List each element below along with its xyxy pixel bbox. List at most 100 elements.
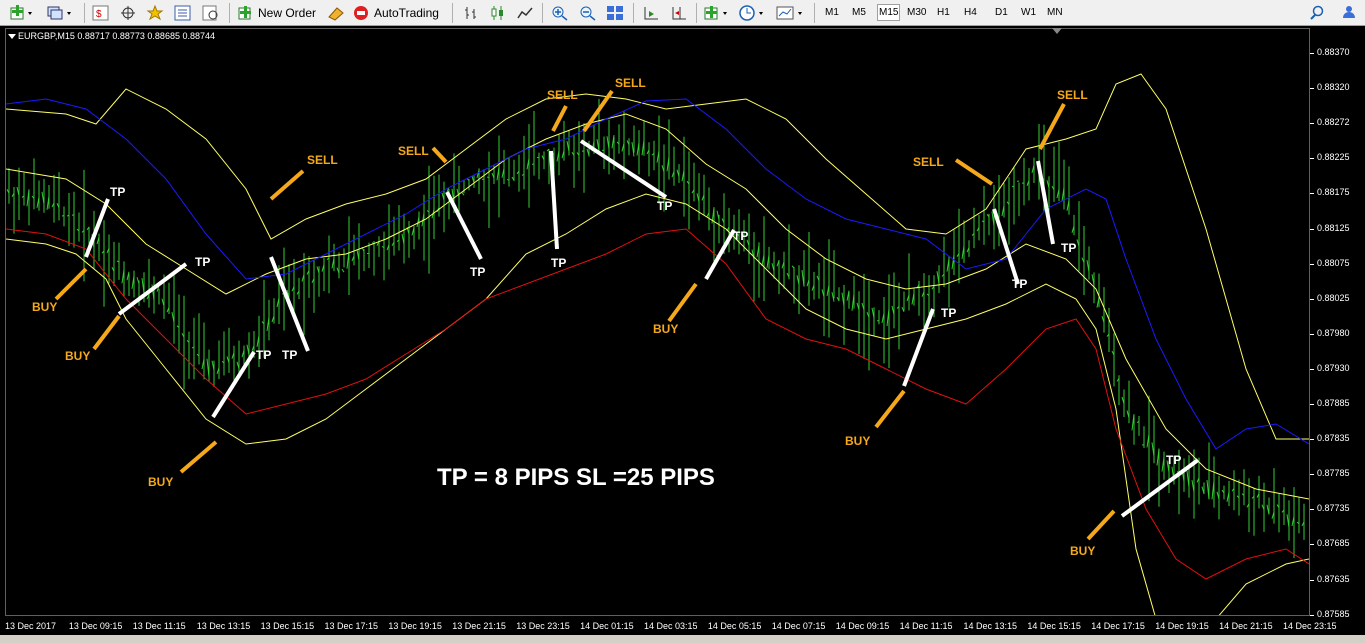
time-axis-label: 13 Dec 21:15 bbox=[452, 621, 506, 631]
templates-icon[interactable] bbox=[776, 3, 806, 22]
time-axis-label: 14 Dec 19:15 bbox=[1155, 621, 1209, 631]
signal-arrow-line bbox=[269, 169, 305, 201]
zoom-in-icon[interactable] bbox=[551, 3, 569, 22]
toolbar: $ New Order AutoTrading M1 M5 M15 M30 H1… bbox=[0, 0, 1365, 26]
timeframe-m5[interactable]: M5 bbox=[852, 7, 866, 18]
bar-chart-icon[interactable] bbox=[462, 3, 480, 22]
middle-band-line bbox=[6, 113, 1309, 500]
tp-label: TP bbox=[195, 255, 211, 269]
timeframe-m15[interactable]: M15 bbox=[877, 4, 901, 21]
sell-label: SELL bbox=[1057, 88, 1088, 102]
timeframe-h1[interactable]: H1 bbox=[937, 7, 950, 18]
trade-path-line bbox=[1036, 160, 1055, 245]
price-axis-label: 0.88272 bbox=[1317, 117, 1350, 128]
tp-label: TP bbox=[1061, 241, 1077, 255]
tp-label: TP bbox=[256, 348, 272, 362]
price-axis-label: 0.87635 bbox=[1317, 573, 1350, 584]
tp-label: TP bbox=[551, 256, 567, 270]
time-axis-label: 14 Dec 23:15 bbox=[1283, 621, 1337, 631]
chart-shift-icon[interactable] bbox=[670, 3, 688, 22]
timeframe-d1[interactable]: D1 bbox=[995, 7, 1008, 18]
candle-tick bbox=[1011, 185, 1015, 188]
candle-tick bbox=[341, 268, 345, 273]
sell-label: SELL bbox=[547, 88, 578, 102]
candle-tick bbox=[531, 163, 535, 165]
tile-windows-icon[interactable] bbox=[606, 3, 624, 22]
autotrading-button[interactable]: AutoTrading bbox=[352, 3, 439, 22]
signal-arrow-line bbox=[582, 89, 614, 133]
time-axis-label: 14 Dec 15:15 bbox=[1027, 621, 1081, 631]
metaeditor-icon[interactable] bbox=[326, 3, 346, 22]
tp-label: TP bbox=[470, 265, 486, 279]
buy-label: BUY bbox=[148, 475, 174, 489]
indicators-icon[interactable] bbox=[704, 3, 732, 22]
price-axis-label: 0.88320 bbox=[1317, 82, 1350, 93]
lower-band-line bbox=[6, 193, 1156, 615]
signal-arrow-line bbox=[179, 440, 218, 474]
new-chart-icon[interactable] bbox=[10, 3, 36, 22]
buy-label: BUY bbox=[65, 349, 91, 363]
buy-label: BUY bbox=[1070, 544, 1096, 558]
favorites-icon[interactable] bbox=[146, 3, 164, 22]
timeframe-h4[interactable]: H4 bbox=[964, 7, 977, 18]
price-axis-label: 0.88370 bbox=[1317, 47, 1350, 57]
signal-arrow-line bbox=[431, 146, 448, 164]
zoom-out-icon[interactable] bbox=[579, 3, 597, 22]
candle-tick bbox=[61, 214, 65, 217]
price-axis-label: 0.88025 bbox=[1317, 292, 1350, 303]
chart-shift-marker[interactable] bbox=[1052, 28, 1062, 34]
timeframe-mn[interactable]: MN bbox=[1047, 7, 1063, 18]
price-axis-label: 0.88125 bbox=[1317, 222, 1350, 233]
price-axis-tick bbox=[1310, 509, 1314, 511]
price-axis-tick bbox=[1310, 579, 1314, 581]
time-axis-label: 13 Dec 15:15 bbox=[260, 621, 315, 631]
price-axis-tick bbox=[1310, 88, 1314, 90]
timeframe-w1[interactable]: W1 bbox=[1021, 7, 1036, 18]
line-chart-icon[interactable] bbox=[516, 3, 534, 22]
price-axis-tick bbox=[1310, 263, 1314, 265]
price-axis-tick bbox=[1310, 544, 1314, 546]
strategy-tester-icon[interactable] bbox=[202, 3, 220, 22]
price-axis-label: 0.87930 bbox=[1317, 362, 1350, 373]
time-axis-label: 14 Dec 03:15 bbox=[644, 621, 698, 631]
trade-path-line bbox=[1120, 458, 1200, 518]
profiles-icon[interactable] bbox=[46, 3, 74, 22]
time-axis-label: 13 Dec 19:15 bbox=[388, 621, 442, 631]
time-axis-label: 14 Dec 01:15 bbox=[580, 621, 634, 631]
price-axis-label: 0.88075 bbox=[1317, 257, 1350, 268]
svg-text:$: $ bbox=[96, 9, 102, 20]
market-watch-icon[interactable]: $ bbox=[92, 3, 110, 22]
chart-info: EURGBP,M15 0.88717 0.88773 0.88685 0.887… bbox=[18, 31, 215, 41]
trade-path-line bbox=[704, 229, 736, 280]
community-icon[interactable] bbox=[1340, 3, 1358, 22]
timeframe-m1[interactable]: M1 bbox=[825, 7, 839, 18]
new-order-label: New Order bbox=[258, 5, 317, 20]
price-axis bbox=[1310, 28, 1365, 616]
chart-tabs-bar[interactable] bbox=[0, 635, 1365, 643]
time-axis-label: 13 Dec 23:15 bbox=[516, 621, 570, 631]
crosshair-icon[interactable] bbox=[119, 3, 137, 22]
auto-scroll-icon[interactable] bbox=[642, 3, 660, 22]
time-axis-label: 14 Dec 05:15 bbox=[707, 621, 762, 631]
signal-arrow-line bbox=[874, 389, 906, 429]
new-order-button[interactable]: New Order bbox=[237, 3, 316, 22]
signal-arrow-line bbox=[954, 158, 994, 186]
price-axis-label: 0.88175 bbox=[1317, 187, 1350, 198]
blue-moving-average-line bbox=[6, 98, 1309, 450]
price-axis-tick bbox=[1310, 298, 1314, 300]
signal-arrow-line bbox=[92, 314, 121, 351]
candle-tick bbox=[71, 214, 75, 216]
periods-icon[interactable] bbox=[739, 3, 767, 22]
trade-path-line bbox=[445, 191, 483, 260]
signal-arrow-line bbox=[1086, 509, 1116, 541]
price-axis-tick bbox=[1310, 228, 1314, 230]
candlestick-icon[interactable] bbox=[489, 3, 507, 22]
time-axis-label: 14 Dec 21:15 bbox=[1219, 621, 1273, 631]
trade-path-line bbox=[902, 308, 935, 387]
time-axis-label: 13 Dec 2017 bbox=[5, 621, 57, 631]
search-icon[interactable] bbox=[1310, 3, 1328, 22]
data-window-icon[interactable] bbox=[174, 3, 192, 22]
price-axis-label: 0.87685 bbox=[1317, 538, 1350, 549]
price-axis-label: 0.87885 bbox=[1317, 398, 1350, 408]
timeframe-m30[interactable]: M30 bbox=[907, 7, 926, 18]
